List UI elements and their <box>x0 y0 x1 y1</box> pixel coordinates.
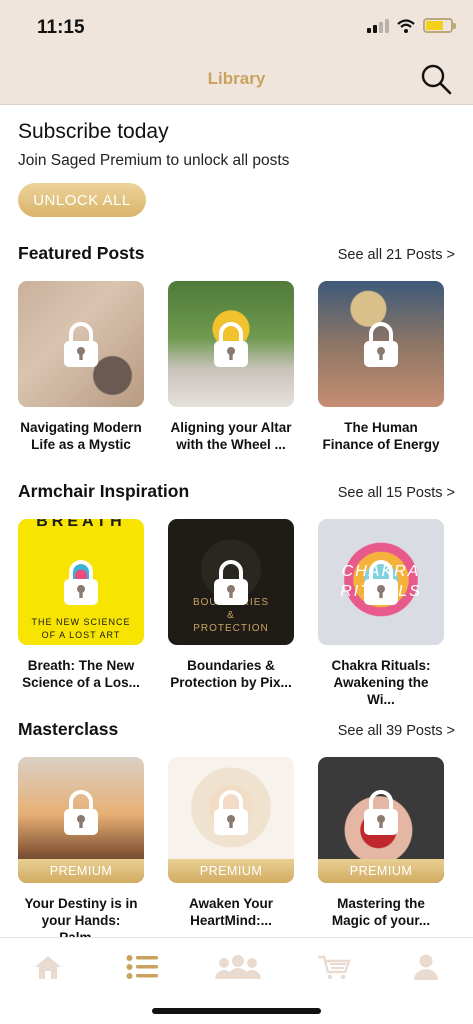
post-card[interactable]: BREATH THE NEW SCIENCE OF A LOST ART Bre… <box>18 519 168 708</box>
list-icon <box>126 955 158 979</box>
lock-icon <box>214 560 248 605</box>
post-title: Chakra Rituals: Awakening the Wi... <box>331 658 431 707</box>
page-title: Library <box>207 69 266 88</box>
cart-icon <box>318 955 351 980</box>
post-thumbnail <box>318 281 444 407</box>
post-card[interactable]: Navigating Modern Life as a Mystic <box>18 281 168 453</box>
home-icon <box>35 956 61 979</box>
post-card[interactable]: Aligning your Altar with the Wheel ... <box>168 281 318 453</box>
wifi-icon <box>397 18 415 33</box>
section-title: Armchair Inspiration <box>18 481 190 501</box>
subscribe-title: Subscribe today <box>18 120 169 143</box>
community-icon <box>215 955 261 979</box>
lock-icon <box>214 322 248 367</box>
home-indicator[interactable] <box>152 1008 321 1014</box>
post-thumbnail: CHAKRA RITUALS <box>318 519 444 645</box>
premium-badge: PREMIUM <box>318 859 444 883</box>
post-card[interactable]: PREMIUM Your Destiny is in your Hands: P… <box>18 757 168 946</box>
post-title: Navigating Modern Life as a Mystic <box>20 420 142 452</box>
post-thumbnail: BOUNDARIES & PROTECTION <box>168 519 294 645</box>
subscribe-banner: Subscribe today Join Saged Premium to un… <box>18 120 458 217</box>
post-card[interactable]: The Human Finance of Energy <box>318 281 468 453</box>
section-masterclass: Masterclass See all 39 Posts > PREMIUM Y… <box>0 719 473 946</box>
post-title: Mastering the Magic of your... <box>331 896 431 928</box>
section-featured-posts: Featured Posts See all 21 Posts > Naviga… <box>0 243 473 453</box>
tab-library[interactable] <box>120 952 164 982</box>
tab-cart[interactable] <box>312 952 356 982</box>
cover-subtitle: OF A LOST ART <box>41 630 121 640</box>
lock-icon <box>64 790 98 836</box>
lock-icon <box>364 790 398 836</box>
cover-line: PROTECTION <box>193 623 269 634</box>
post-card[interactable]: CHAKRA RITUALS Chakra Rituals: Awakening… <box>318 519 468 708</box>
post-thumbnail: PREMIUM <box>168 757 294 883</box>
subscribe-text: Join Saged Premium to unlock all posts <box>18 152 290 169</box>
cover-title: BREATH <box>36 519 126 530</box>
section-armchair-inspiration: Armchair Inspiration See all 15 Posts > … <box>0 481 473 708</box>
post-title: Aligning your Altar with the Wheel ... <box>170 420 292 452</box>
section-title: Masterclass <box>18 719 119 739</box>
battery-icon <box>423 18 456 33</box>
section-title: Featured Posts <box>18 243 145 263</box>
see-all-link[interactable]: See all 15 Posts > <box>338 485 455 501</box>
see-all-link[interactable]: See all 21 Posts > <box>338 247 455 263</box>
post-thumbnail <box>168 281 294 407</box>
profile-icon <box>414 954 438 980</box>
lock-icon <box>64 560 98 605</box>
status-icons <box>367 18 456 33</box>
post-thumbnail: PREMIUM <box>18 757 144 883</box>
see-all-link[interactable]: See all 39 Posts > <box>338 723 455 739</box>
search-icon <box>421 64 452 95</box>
unlock-all-button[interactable]: UNLOCK ALL <box>18 183 146 217</box>
cover-line: & <box>227 610 235 621</box>
post-title: The Human Finance of Energy <box>322 420 440 452</box>
tab-profile[interactable] <box>404 952 448 982</box>
post-title: Awaken Your HeartMind:... <box>188 896 274 928</box>
post-card[interactable]: BOUNDARIES & PROTECTION Boundaries & Pro… <box>168 519 318 708</box>
lock-icon <box>214 790 248 836</box>
post-card[interactable]: PREMIUM Awaken Your HeartMind:... <box>168 757 318 946</box>
signal-icon <box>367 18 389 33</box>
post-thumbnail <box>18 281 144 407</box>
tab-community[interactable] <box>212 952 264 982</box>
post-title: Breath: The New Science of a Los... <box>22 658 140 690</box>
post-thumbnail: BREATH THE NEW SCIENCE OF A LOST ART <box>18 519 144 645</box>
premium-badge: PREMIUM <box>18 859 144 883</box>
lock-icon <box>364 322 398 367</box>
search-button[interactable] <box>419 62 453 96</box>
tab-home[interactable] <box>26 952 70 982</box>
status-time: 11:15 <box>37 17 85 38</box>
lock-icon <box>64 322 98 367</box>
post-thumbnail: PREMIUM <box>318 757 444 883</box>
cover-subtitle: THE NEW SCIENCE <box>31 617 131 627</box>
post-title: Boundaries & Protection by Pix... <box>170 658 292 690</box>
lock-icon <box>364 560 398 605</box>
premium-badge: PREMIUM <box>168 859 294 883</box>
top-bar: 11:15 Library <box>0 0 473 105</box>
post-card[interactable]: PREMIUM Mastering the Magic of your... <box>318 757 468 946</box>
